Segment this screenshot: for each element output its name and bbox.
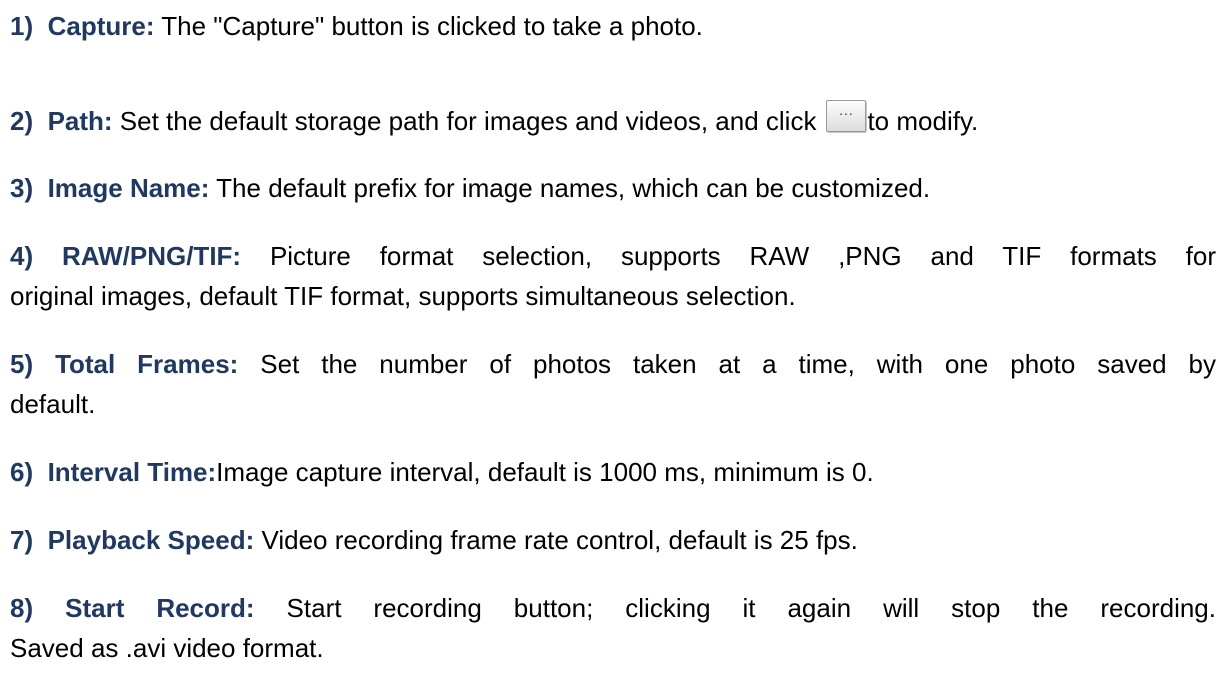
item-number: 6) (10, 457, 34, 487)
item-description: Video recording frame rate control, defa… (254, 525, 858, 555)
item-number: 4) (10, 241, 34, 271)
item-description: The "Capture" button is clicked to take … (154, 11, 703, 41)
list-item-total-frames: 5) Total Frames: Set the number of photo… (10, 344, 1216, 424)
item-term: Capture: (47, 11, 155, 41)
item-description: Start recording button; clicking it agai… (286, 593, 1216, 623)
list-item-raw-png-tif: 4) RAW/PNG/TIF: Picture format selection… (10, 236, 1216, 316)
ellipsis-icon: ... (839, 102, 854, 118)
item-term: RAW/PNG/TIF: (61, 241, 242, 271)
item-description: Image capture interval, default is 1000 … (216, 457, 874, 487)
item-number: 8) (10, 593, 34, 623)
browse-path-button[interactable]: ... (826, 100, 867, 132)
item-description: Picture format selection, supports RAW ,… (269, 241, 1216, 271)
item-description: The default prefix for image names, whic… (209, 173, 931, 203)
item-description-continued: Saved as .avi video format. (10, 633, 324, 663)
item-number: 3) (10, 173, 34, 203)
list-item-capture: 1) Capture: The "Capture" button is clic… (10, 6, 1216, 46)
list-item-start-record: 8) Start Record: Start recording button;… (10, 588, 1216, 668)
item-number: 7) (10, 525, 34, 555)
item-term: Playback Speed: (47, 525, 255, 555)
item-term: Interval Time: (47, 457, 217, 487)
list-item-interval-time: 6) Interval Time:Image capture interval,… (10, 452, 1216, 492)
item-number: 1) (10, 11, 34, 41)
item-description-continued: default. (10, 389, 96, 419)
item-number: 2) (10, 106, 34, 136)
item-term: Total Frames: (55, 349, 239, 379)
list-item-playback-speed: 7) Playback Speed: Video recording frame… (10, 520, 1216, 560)
item-first-line: 8) Start Record: Start recording button;… (10, 588, 1216, 628)
item-first-line: 4) RAW/PNG/TIF: Picture format selection… (10, 236, 1216, 276)
item-term: Image Name: (47, 173, 210, 203)
list-item-image-name: 3) Image Name: The default prefix for im… (10, 168, 1216, 208)
item-description: Set the default storage path for images … (112, 106, 817, 136)
list-item-path: 2) Path: Set the default storage path fo… (10, 100, 1216, 140)
item-first-line: 5) Total Frames: Set the number of photo… (10, 344, 1216, 384)
item-term: Path: (47, 106, 113, 136)
item-term: Start Record: (65, 593, 255, 623)
item-description-continued: original images, default TIF format, sup… (10, 281, 796, 311)
item-description: Set the number of photos taken at a time… (260, 349, 1216, 379)
item-description-end: to modify. (867, 106, 979, 136)
item-number: 5) (10, 349, 34, 379)
